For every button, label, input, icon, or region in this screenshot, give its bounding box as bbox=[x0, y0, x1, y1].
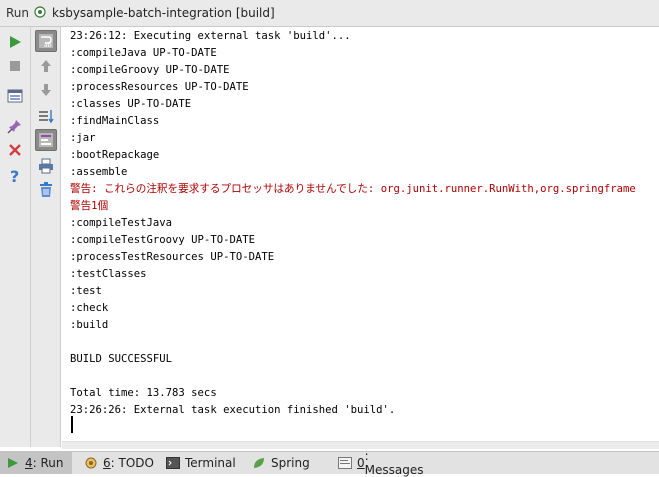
console-line: :processTestResources UP-TO-DATE bbox=[70, 251, 275, 263]
tab-label: : TODO bbox=[110, 456, 154, 470]
run-config-tab[interactable]: ksbysample-batch-integration [build] bbox=[52, 6, 275, 20]
tab-messages[interactable]: 0: Messages bbox=[332, 449, 424, 477]
tab-number: 4 bbox=[25, 456, 33, 470]
console-line: :check bbox=[70, 302, 109, 314]
help-button[interactable]: ? bbox=[4, 165, 26, 187]
todo-icon bbox=[84, 456, 98, 470]
print-icon bbox=[39, 158, 53, 174]
scroll-end-icon bbox=[39, 133, 53, 147]
close-icon bbox=[9, 144, 21, 156]
scroll-to-end-toggle[interactable] bbox=[35, 129, 57, 151]
down-button[interactable] bbox=[35, 79, 57, 101]
tab-label: Spring bbox=[271, 456, 310, 470]
console-line: :compileTestJava bbox=[70, 217, 173, 229]
tab-terminal[interactable]: Terminal bbox=[160, 452, 242, 474]
run-icon bbox=[10, 36, 21, 48]
soft-wrap-toggle[interactable]: ab bbox=[35, 30, 57, 52]
console-output[interactable]: 23:26:12: Executing external task 'build… bbox=[62, 27, 659, 441]
trash-icon bbox=[40, 182, 52, 197]
spring-icon bbox=[252, 456, 266, 470]
stop-icon bbox=[10, 61, 20, 71]
arrow-down-icon bbox=[41, 84, 51, 96]
console-line: BUILD SUCCESSFUL bbox=[70, 353, 173, 365]
run-toolbar-secondary: ab bbox=[31, 27, 61, 447]
console-line: Total time: 13.783 secs bbox=[70, 387, 217, 399]
clear-all-button[interactable] bbox=[35, 179, 57, 201]
tab-label: : Run bbox=[32, 456, 64, 470]
stop-button[interactable] bbox=[4, 55, 26, 77]
text-caret bbox=[71, 416, 73, 433]
up-button[interactable] bbox=[35, 55, 57, 77]
tab-number: 6 bbox=[103, 456, 111, 470]
tool-window-title: Run bbox=[6, 6, 30, 20]
console-line: :build bbox=[70, 319, 109, 331]
console-line: :testClasses bbox=[70, 268, 147, 280]
console-line: :findMainClass bbox=[70, 115, 160, 127]
tab-label: : Messages bbox=[364, 449, 424, 477]
close-button[interactable] bbox=[4, 139, 26, 161]
restore-layout-button[interactable] bbox=[4, 85, 26, 107]
svg-text:?: ? bbox=[10, 168, 19, 184]
horizontal-scrollbar[interactable] bbox=[62, 441, 659, 449]
layout-icon bbox=[7, 89, 23, 103]
console-line: :compileJava UP-TO-DATE bbox=[70, 47, 217, 59]
print-button[interactable] bbox=[35, 155, 57, 177]
help-icon: ? bbox=[10, 168, 19, 184]
messages-icon bbox=[338, 456, 352, 470]
pin-icon bbox=[7, 120, 21, 134]
console-line: :test bbox=[70, 285, 102, 297]
run-icon bbox=[6, 456, 20, 470]
console-line: :compileGroovy UP-TO-DATE bbox=[70, 64, 230, 76]
console-line: :jar bbox=[70, 132, 96, 144]
sort-icon bbox=[39, 110, 54, 123]
console-line: :classes UP-TO-DATE bbox=[70, 98, 192, 110]
svg-text:ab: ab bbox=[44, 42, 52, 49]
terminal-icon bbox=[166, 456, 180, 470]
run-tool-window-header: Run ksbysample-batch-integration [build] bbox=[0, 0, 659, 27]
console-line: :bootRepackage bbox=[70, 149, 160, 161]
console-line: 警告1個 bbox=[70, 200, 109, 212]
rerun-button[interactable] bbox=[4, 31, 26, 53]
tab-todo[interactable]: 6: TODO bbox=[78, 452, 156, 474]
tab-number: 0 bbox=[357, 456, 365, 470]
gradle-config-icon bbox=[34, 6, 46, 18]
tab-label: Terminal bbox=[185, 456, 236, 470]
console-line: :compileTestGroovy UP-TO-DATE bbox=[70, 234, 255, 246]
tab-spring[interactable]: Spring bbox=[246, 452, 326, 474]
arrow-up-icon bbox=[41, 60, 51, 72]
tab-run[interactable]: 4: Run bbox=[0, 452, 72, 474]
pin-button[interactable] bbox=[4, 115, 26, 137]
console-line: :processResources UP-TO-DATE bbox=[70, 81, 249, 93]
soft-wrap-icon: ab bbox=[39, 34, 53, 49]
console-line: 23:26:12: Executing external task 'build… bbox=[70, 30, 351, 42]
console-line: :assemble bbox=[70, 166, 128, 178]
filter-button[interactable] bbox=[35, 105, 57, 127]
tool-window-bar: 4: Run 6: TODO Terminal Spring 0: Messages bbox=[0, 449, 659, 477]
console-line: 23:26:26: External task execution finish… bbox=[70, 404, 396, 416]
run-toolbar-primary: ? bbox=[0, 27, 31, 447]
console-line: 警告: これらの注釈を要求するプロセッサはありませんでした: org.junit… bbox=[70, 183, 636, 195]
